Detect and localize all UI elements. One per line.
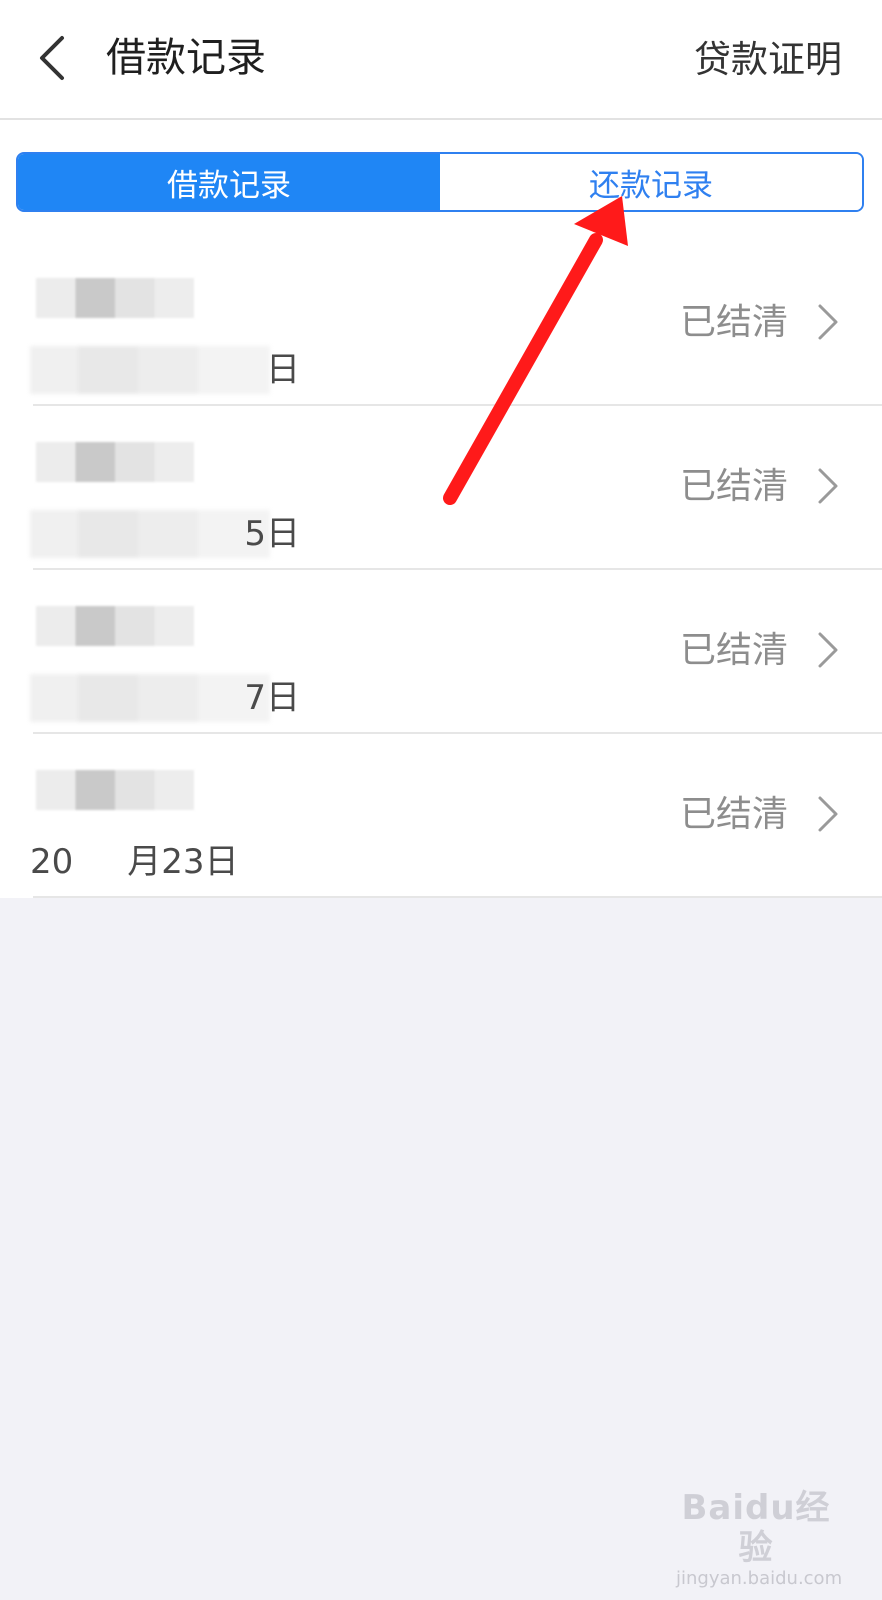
chevron-right-icon: [814, 464, 842, 508]
status-label: 已结清: [679, 630, 788, 671]
tab-repayment-records[interactable]: 还款记录: [440, 154, 862, 210]
redacted-amount: [36, 442, 194, 482]
record-date: 7日: [244, 678, 300, 718]
list-item[interactable]: 20 月23日 已结清: [0, 734, 882, 898]
record-date: 日: [266, 350, 300, 390]
loan-certificate-button[interactable]: 贷款证明: [694, 32, 842, 88]
chevron-right-icon: [814, 792, 842, 836]
chevron-left-icon: [40, 36, 64, 80]
watermark-brand: Baidu经验: [681, 1488, 831, 1568]
redacted-amount: [36, 770, 194, 810]
status-label: 已结清: [679, 466, 788, 507]
baidu-watermark: Baidu经验 jingyan.baidu.com: [676, 1488, 842, 1589]
top-nav-bar: 借款记录 贷款证明: [0, 0, 882, 120]
chevron-right-icon: [814, 628, 842, 672]
page-title: 借款记录: [106, 35, 266, 81]
record-list: 日 已结清 5日 已结清 7日 已结清 20 月23日 已结清: [0, 242, 882, 898]
watermark-url: jingyan.baidu.com: [676, 1568, 843, 1589]
record-type-segmented-control: 借款记录 还款记录: [16, 152, 864, 212]
record-date: 5日: [244, 514, 300, 554]
redacted-amount: [36, 278, 194, 318]
redacted-amount: [36, 606, 194, 646]
list-item[interactable]: 5日 已结清: [0, 406, 882, 570]
status-label: 已结清: [679, 794, 788, 835]
row-divider: [33, 896, 882, 898]
tab-borrow-records[interactable]: 借款记录: [18, 154, 440, 210]
status-label: 已结清: [679, 302, 788, 343]
records-panel: 借款记录 还款记录 日 已结清 5日 已结清 7日 已结清 20 月23日 已结…: [0, 120, 882, 898]
chevron-right-icon: [814, 300, 842, 344]
list-item[interactable]: 7日 已结清: [0, 570, 882, 734]
list-item[interactable]: 日 已结清: [0, 242, 882, 406]
back-button[interactable]: [26, 28, 86, 88]
record-date: 20 月23日: [30, 842, 239, 882]
